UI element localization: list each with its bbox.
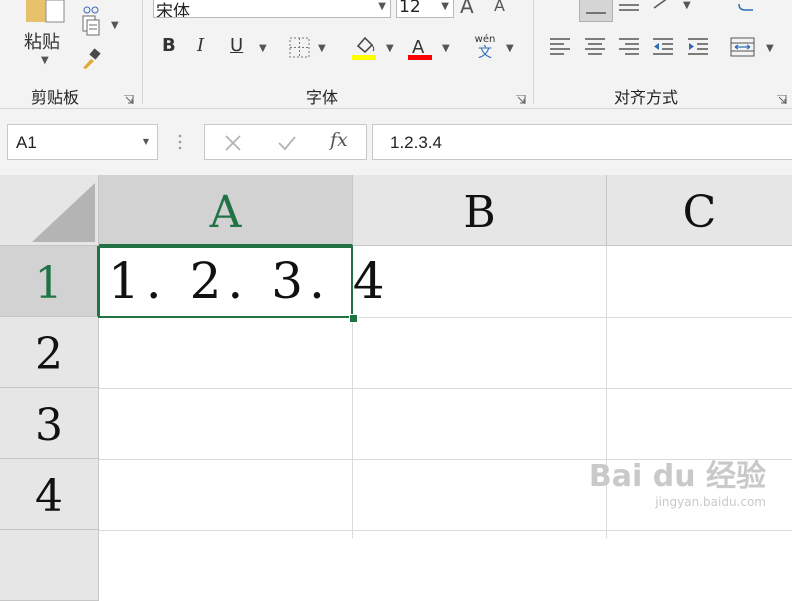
merge-dropdown-icon[interactable]: ▼	[766, 43, 774, 54]
divider	[533, 0, 534, 104]
row-header-2[interactable]: 2	[0, 317, 99, 388]
chevron-down-icon[interactable]: ▼	[378, 1, 386, 12]
divider	[142, 0, 143, 104]
wrap-text-icon[interactable]	[735, 0, 759, 14]
column-header-c[interactable]: C	[607, 175, 792, 246]
underline-button[interactable]: U	[230, 35, 243, 56]
font-color-icon[interactable]: A	[407, 34, 433, 62]
chevron-down-icon[interactable]: ▼	[143, 137, 149, 146]
insert-function-button[interactable]: fx	[330, 129, 348, 151]
font-name-value: 宋体	[156, 2, 190, 18]
fill-color-icon[interactable]	[352, 34, 378, 62]
formula-buttons: fx	[204, 124, 367, 160]
bold-button[interactable]: B	[162, 35, 176, 56]
align-right-icon[interactable]	[617, 36, 641, 58]
cell-a1-value: 1. 2. 3. 4	[108, 252, 391, 310]
formula-input[interactable]: 1.2.3.4	[372, 124, 792, 160]
decrease-indent-icon[interactable]	[651, 36, 675, 58]
decrease-font-size-icon[interactable]: A	[494, 0, 505, 15]
row-header-5[interactable]	[0, 530, 99, 601]
gridline	[99, 530, 792, 531]
phonetic-bottom: 文	[478, 45, 492, 61]
svg-text:A: A	[412, 37, 425, 58]
format-painter-icon[interactable]	[80, 48, 102, 70]
top-align-icon[interactable]	[579, 0, 613, 22]
underline-dropdown-icon[interactable]: ▼	[259, 43, 267, 54]
row-header-3[interactable]: 3	[0, 388, 99, 459]
baidu-watermark: Bai du 经验 jingyan.baidu.com	[589, 460, 766, 510]
phonetic-guide-button[interactable]: wén 文	[472, 34, 498, 64]
watermark-brand: Bai du 经验	[588, 459, 766, 494]
align-center-icon[interactable]	[583, 36, 607, 58]
font-size-value: 12	[399, 0, 421, 17]
ribbon: 粘贴 ▼ ▼ 剪贴板 宋体 ▼ 12 ▼ A A B I U ▼ ▼ ▼ A ▼…	[0, 0, 792, 109]
paste-dropdown-icon[interactable]: ▼	[41, 55, 49, 66]
font-size-select[interactable]: 12 ▼	[396, 0, 454, 18]
increase-indent-icon[interactable]	[686, 36, 710, 58]
formula-bar-grip-icon[interactable]	[178, 133, 182, 151]
column-header-b[interactable]: B	[353, 175, 607, 246]
row-header-1[interactable]: 1	[0, 246, 99, 317]
cut-icon[interactable]	[80, 0, 102, 14]
border-dropdown-icon[interactable]: ▼	[318, 43, 326, 54]
cancel-icon[interactable]	[223, 133, 243, 153]
phonetic-dropdown-icon[interactable]: ▼	[506, 43, 514, 54]
column-header-a[interactable]: A	[99, 175, 353, 246]
watermark-url: jingyan.baidu.com	[655, 495, 766, 509]
orientation-icon[interactable]	[652, 0, 676, 14]
gridline	[99, 388, 792, 389]
merge-center-icon[interactable]	[730, 36, 756, 58]
clipboard-group-label: 剪贴板	[31, 88, 80, 107]
font-group-label: 字体	[306, 88, 339, 107]
enter-icon[interactable]	[277, 133, 297, 153]
name-box[interactable]: A1 ▼	[7, 124, 158, 160]
fill-handle[interactable]	[349, 314, 358, 323]
alignment-launcher-icon[interactable]	[777, 90, 787, 104]
font-name-select[interactable]: 宋体 ▼	[153, 0, 391, 18]
phonetic-top: wén	[474, 34, 496, 45]
formula-content: 1.2.3.4	[390, 133, 442, 152]
alignment-group-label: 对齐方式	[614, 88, 679, 107]
fill-color-dropdown-icon[interactable]: ▼	[386, 43, 394, 54]
orientation-dropdown-icon[interactable]: ▼	[683, 0, 691, 11]
clipboard-launcher-icon[interactable]	[124, 90, 134, 104]
name-box-value: A1	[16, 133, 37, 152]
paste-icon[interactable]	[24, 0, 66, 24]
copy-icon[interactable]	[80, 14, 102, 36]
border-icon[interactable]	[289, 37, 311, 59]
middle-align-icon[interactable]	[617, 0, 641, 20]
chevron-down-icon[interactable]: ▼	[441, 1, 449, 12]
paste-button[interactable]: 粘贴	[24, 28, 60, 54]
align-left-icon[interactable]	[548, 36, 572, 58]
italic-button[interactable]: I	[197, 35, 204, 56]
font-color-dropdown-icon[interactable]: ▼	[442, 43, 450, 54]
select-all-button[interactable]	[0, 175, 99, 246]
font-launcher-icon[interactable]	[516, 90, 526, 104]
increase-font-size-icon[interactable]: A	[460, 0, 474, 18]
row-header-4[interactable]: 4	[0, 459, 99, 530]
copy-dropdown-icon[interactable]: ▼	[111, 20, 119, 31]
